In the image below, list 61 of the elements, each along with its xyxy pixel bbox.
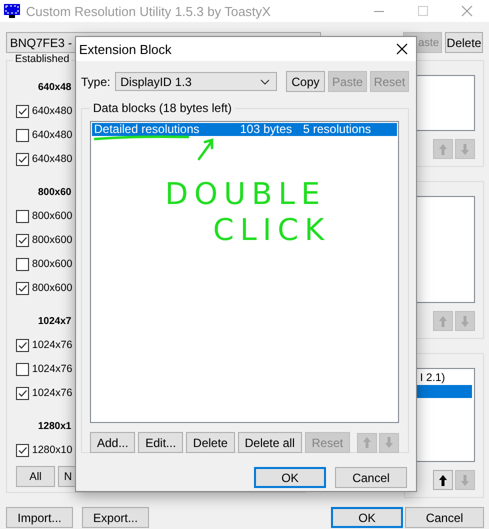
dialog-button[interactable]: OK — [254, 467, 326, 488]
checkbox-label: 640x480 — [32, 153, 72, 165]
up-arrow-icon — [437, 472, 449, 488]
checkbox[interactable] — [16, 104, 29, 118]
down-arrow-icon — [383, 435, 395, 450]
checkbox[interactable] — [16, 338, 29, 352]
toolbar-button[interactable]: Delete — [445, 32, 483, 53]
checkbox[interactable] — [16, 234, 29, 246]
checkbox-label: 800x600 — [32, 210, 72, 222]
group-title: Data blocks (18 bytes left) — [90, 101, 235, 115]
dialog-title: Extension Block — [79, 42, 172, 56]
checkbox-label: 1024x76 — [32, 339, 72, 351]
up-arrow-icon — [437, 314, 449, 328]
resolution-heading: 1280x1 — [38, 420, 72, 432]
up-arrow-icon — [437, 142, 449, 156]
down-arrow-icon — [459, 314, 471, 328]
monitor-icon — [4, 4, 20, 18]
arrow-mark — [196, 137, 216, 161]
type-action-button[interactable]: Copy — [286, 71, 325, 92]
down-arrow-icon — [459, 142, 471, 156]
checkbox-label: 800x600 — [32, 258, 72, 270]
checkbox-label: 640x480 — [32, 129, 72, 141]
checkbox[interactable] — [16, 128, 29, 142]
checkbox-label: 1024x76 — [32, 363, 72, 375]
select-button[interactable]: All — [16, 466, 55, 487]
checkbox-label: 1280x10 — [32, 444, 72, 456]
type-dropdown[interactable]: DisplayID 1.3 — [115, 72, 277, 91]
dialog-button[interactable]: Cancel — [335, 467, 407, 488]
checkbox-label: 640x480 — [32, 105, 72, 117]
checkbox[interactable] — [16, 210, 29, 222]
type-label: Type: — [81, 74, 110, 88]
up-arrow-button[interactable] — [433, 470, 453, 490]
checkbox[interactable] — [16, 362, 29, 376]
checkbox-label: 800x600 — [32, 282, 72, 294]
window-title: Custom Resolution Utility 1.5.3 by ToastyX — [26, 4, 272, 18]
dialog-button[interactable]: OK — [331, 507, 403, 528]
checkbox[interactable] — [16, 282, 29, 294]
file-button[interactable]: Export... — [82, 507, 149, 528]
dialog-button[interactable]: Cancel — [405, 507, 484, 528]
group-title: Established — [13, 53, 72, 65]
checkbox-label: 800x600 — [32, 234, 72, 246]
close-icon[interactable] — [396, 43, 408, 55]
file-button[interactable]: Import... — [6, 507, 73, 528]
down-arrow-icon — [459, 472, 471, 488]
handwritten-note: CLICK — [213, 216, 330, 246]
checkbox-label: 1024x76 — [32, 387, 72, 399]
resolution-heading: 640x48 — [38, 82, 72, 92]
checkbox[interactable] — [16, 444, 29, 456]
data-block-row[interactable]: Detailed resolutions 103 bytes 5 resolutions — [92, 123, 397, 136]
up-arrow-icon — [361, 435, 373, 450]
list-action-button[interactable]: Delete — [186, 432, 235, 453]
checkbox[interactable] — [16, 152, 29, 166]
list-action-button[interactable]: Add... — [90, 432, 136, 453]
list-action-button[interactable]: Delete all — [238, 432, 302, 453]
resolution-heading: 800x60 — [38, 186, 72, 198]
checkbox[interactable] — [16, 258, 29, 270]
resolution-heading: 1024x7 — [38, 316, 72, 326]
handwritten-note: DOUBLE — [165, 180, 326, 210]
list-action-button[interactable]: Edit... — [138, 432, 184, 453]
chevron-down-icon — [260, 78, 270, 84]
checkbox[interactable] — [16, 386, 29, 400]
